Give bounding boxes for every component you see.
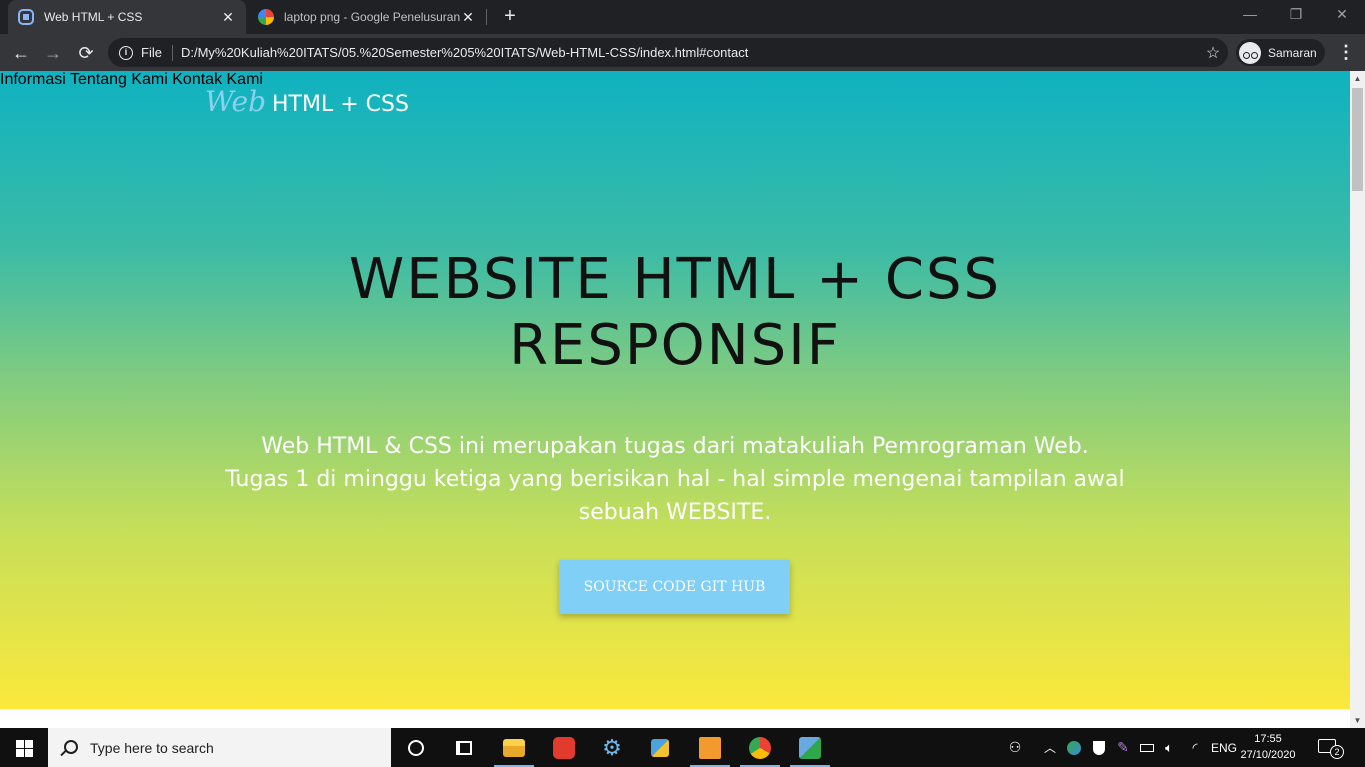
- wifi-icon[interactable]: ◜: [1184, 728, 1206, 767]
- start-button[interactable]: [0, 728, 48, 767]
- hero-title-line1: WEBSITE HTML + CSS: [348, 247, 1002, 312]
- minimize-button[interactable]: —: [1227, 0, 1273, 30]
- omnibox-divider: [171, 44, 173, 61]
- chevron-up-icon[interactable]: ︿: [1040, 728, 1060, 767]
- close-tab-icon[interactable]: ✕: [460, 9, 476, 26]
- hero-desc-line2: Tugas 1 di minggu ketiga yang berisikan …: [225, 467, 1125, 492]
- taskbar-search-box[interactable]: Type here to search: [48, 728, 391, 767]
- browser-menu-button[interactable]: ⋮: [1334, 40, 1358, 66]
- hero-title: WEBSITE HTML + CSS RESPONSIF: [225, 247, 1125, 379]
- search-icon: [64, 739, 78, 754]
- bookmark-star-icon[interactable]: ☆: [1198, 43, 1228, 63]
- tab-web-html-css[interactable]: Web HTML + CSS ✕: [8, 0, 246, 34]
- logo-text: HTML + CSS: [272, 92, 409, 117]
- task-view-icon[interactable]: [440, 728, 488, 767]
- search-placeholder: Type here to search: [90, 739, 214, 756]
- browser-toolbar: ← → ⟳ i File D:/My%20Kuliah%20ITATS/05.%…: [0, 34, 1365, 71]
- scroll-down-icon[interactable]: ▼: [1350, 713, 1365, 728]
- new-tab-button[interactable]: +: [498, 5, 522, 29]
- file-explorer-icon[interactable]: [490, 728, 538, 767]
- clock-date: 27/10/2020: [1240, 749, 1296, 761]
- windows-logo-icon: [16, 740, 24, 748]
- tab-separator: [486, 9, 487, 25]
- sublime-text-icon[interactable]: [686, 728, 734, 767]
- restore-button[interactable]: ❐: [1273, 0, 1319, 30]
- source-code-button[interactable]: SOURCE CODE GIT HUB: [559, 560, 790, 614]
- battery-icon[interactable]: [1136, 728, 1158, 767]
- profile-button[interactable]: Samaran: [1236, 39, 1325, 66]
- hero-desc-line1: Web HTML & CSS ini merupakan tugas dari …: [261, 434, 1089, 459]
- network-app-icon[interactable]: [636, 728, 684, 767]
- people-icon[interactable]: ⚇: [1004, 728, 1026, 767]
- tab-google-search[interactable]: laptop png - Google Penelusuran ✕: [248, 0, 486, 34]
- game-app-icon[interactable]: [786, 728, 834, 767]
- volume-icon[interactable]: 🔈︎: [1158, 728, 1180, 767]
- close-tab-icon[interactable]: ✕: [220, 9, 236, 26]
- notification-center-icon[interactable]: 2: [1318, 736, 1344, 759]
- hero-section: Web HTML + CSS Informasi Tentang Kami Ko…: [0, 71, 1350, 709]
- chrome-icon[interactable]: [736, 728, 784, 767]
- language-indicator[interactable]: ENG: [1208, 728, 1240, 767]
- close-window-button[interactable]: ✕: [1319, 0, 1365, 30]
- forward-button[interactable]: →: [40, 40, 66, 66]
- hero-description: Web HTML & CSS ini merupakan tugas dari …: [195, 430, 1155, 529]
- cortana-icon[interactable]: [392, 728, 440, 767]
- settings-gear-icon[interactable]: ⚙: [588, 728, 636, 767]
- url-text[interactable]: D:/My%20Kuliah%20ITATS/05.%20Semester%20…: [181, 45, 1198, 60]
- notification-badge: 2: [1330, 745, 1344, 759]
- page-scrollbar[interactable]: ▲ ▼: [1350, 71, 1365, 728]
- windows-taskbar: Type here to search ⚙ ⚇ ︿ ✎ 🔈︎ ◜ ENG 17:…: [0, 728, 1365, 767]
- incognito-icon: [1239, 41, 1261, 64]
- hero-desc-line3: sebuah WEBSITE.: [578, 500, 772, 525]
- scroll-up-icon[interactable]: ▲: [1350, 71, 1365, 86]
- nav-informasi[interactable]: Informasi: [0, 71, 66, 88]
- logo-italic-text: Web: [205, 85, 266, 118]
- scheme-label: File: [141, 45, 162, 60]
- info-icon[interactable]: i: [119, 45, 133, 60]
- pen-icon[interactable]: ✎: [1112, 728, 1134, 767]
- scroll-thumb[interactable]: [1352, 88, 1363, 191]
- google-icon: [258, 9, 274, 25]
- reload-button[interactable]: ⟳: [73, 40, 99, 66]
- browser-tab-strip: Web HTML + CSS ✕ laptop png - Google Pen…: [0, 0, 1365, 34]
- page-icon: [20, 11, 32, 23]
- tab-title: Web HTML + CSS: [44, 10, 143, 24]
- profile-label: Samaran: [1268, 45, 1317, 60]
- site-nav: Informasi Tentang Kami Kontak Kami: [0, 71, 1350, 89]
- edge-tray-icon[interactable]: [1064, 728, 1084, 767]
- tab-title: laptop png - Google Penelusuran: [284, 10, 460, 24]
- taskbar-clock[interactable]: 17:55 27/10/2020: [1240, 731, 1296, 763]
- page-viewport: Web HTML + CSS Informasi Tentang Kami Ko…: [0, 71, 1350, 728]
- clock-time: 17:55: [1254, 733, 1282, 745]
- back-button[interactable]: ←: [8, 40, 34, 66]
- app-red-icon[interactable]: [540, 728, 588, 767]
- hero-title-line2: RESPONSIF: [509, 313, 841, 378]
- site-logo[interactable]: Web HTML + CSS: [205, 85, 409, 118]
- address-bar[interactable]: i File D:/My%20Kuliah%20ITATS/05.%20Seme…: [108, 38, 1228, 67]
- nav-tentang-kami[interactable]: Tentang Kami: [70, 71, 168, 88]
- defender-shield-icon[interactable]: [1088, 728, 1110, 767]
